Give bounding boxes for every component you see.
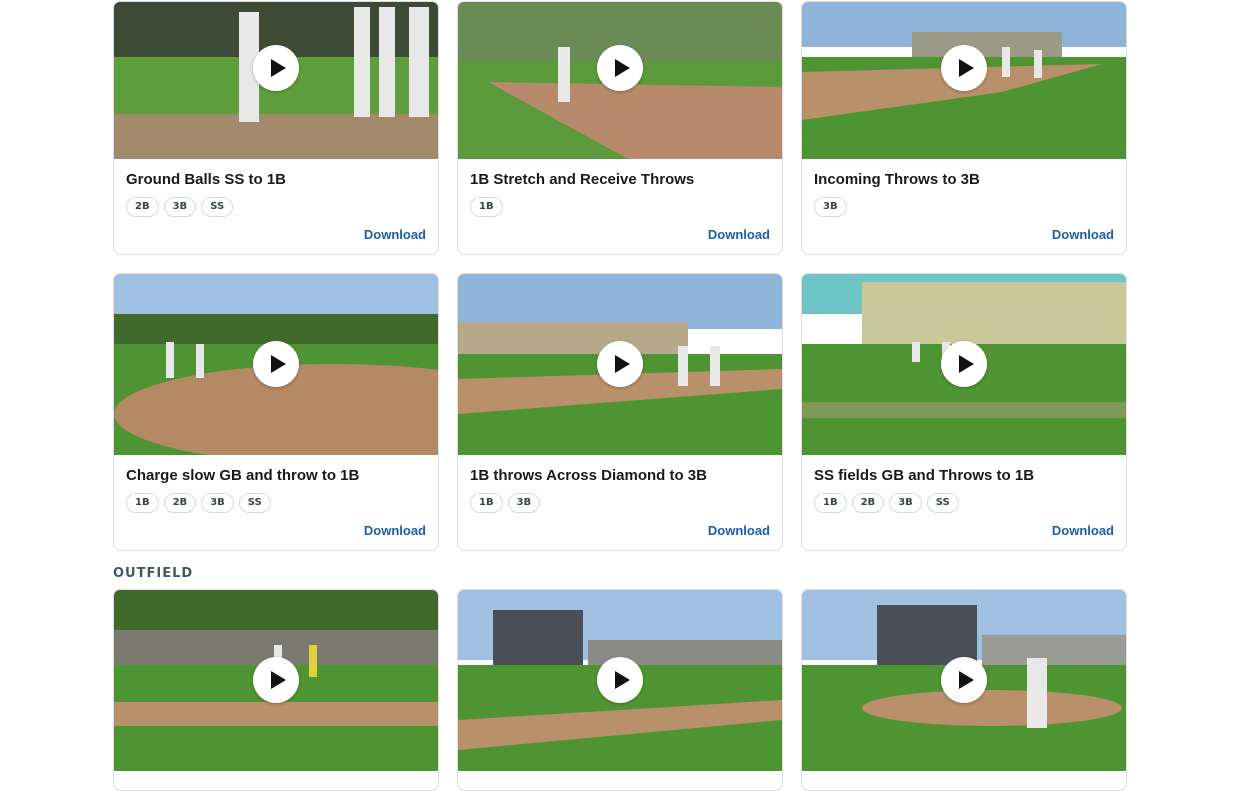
video-card (801, 589, 1127, 791)
video-card: 1B throws Across Diamond to 3B 1B 3B Dow… (457, 273, 783, 551)
position-tags: 1B 2B 3B SS (126, 493, 271, 513)
video-card: SS fields GB and Throws to 1B 1B 2B 3B S… (801, 273, 1127, 551)
video-thumbnail[interactable] (458, 274, 782, 455)
video-title: Incoming Throws to 3B (814, 171, 980, 188)
position-tag: 2B (126, 197, 159, 217)
section-heading-outfield: OUTFIELD (113, 566, 194, 581)
position-tags: 2B 3B SS (126, 197, 234, 217)
video-title: Charge slow GB and throw to 1B (126, 467, 360, 484)
position-tag: 3B (507, 493, 541, 513)
video-card: Incoming Throws to 3B 3B Download (801, 1, 1127, 255)
download-link[interactable]: Download (1052, 227, 1114, 242)
video-thumbnail[interactable] (114, 590, 438, 771)
position-tag: 1B (470, 493, 503, 513)
video-thumbnail[interactable] (114, 274, 438, 455)
position-tags: 1B 2B 3B SS (814, 493, 959, 513)
position-tag: SS (238, 493, 271, 513)
position-tag: 1B (126, 493, 159, 513)
play-icon[interactable] (941, 657, 987, 703)
video-thumbnail[interactable] (458, 590, 782, 771)
download-link[interactable]: Download (708, 523, 770, 538)
position-tag: SS (201, 197, 234, 217)
play-icon[interactable] (597, 657, 643, 703)
position-tag: SS (926, 493, 959, 513)
video-card: Charge slow GB and throw to 1B 1B 2B 3B … (113, 273, 439, 551)
download-link[interactable]: Download (1052, 523, 1114, 538)
video-card (457, 589, 783, 791)
play-icon[interactable] (597, 45, 643, 91)
position-tag: 1B (470, 197, 503, 217)
position-tag: 3B (889, 493, 922, 513)
play-icon[interactable] (597, 341, 643, 387)
download-link[interactable]: Download (364, 523, 426, 538)
video-title: Ground Balls SS to 1B (126, 171, 287, 188)
video-card: 1B Stretch and Receive Throws 1B Downloa… (457, 1, 783, 255)
video-card (113, 589, 439, 791)
play-icon[interactable] (253, 657, 299, 703)
position-tag: 3B (163, 197, 197, 217)
position-tags: 3B (814, 197, 847, 217)
download-link[interactable]: Download (364, 227, 426, 242)
video-thumbnail[interactable] (802, 2, 1126, 159)
video-title: 1B Stretch and Receive Throws (470, 171, 695, 188)
video-title: 1B throws Across Diamond to 3B (470, 467, 707, 484)
play-icon[interactable] (941, 45, 987, 91)
video-title: SS fields GB and Throws to 1B (814, 467, 1035, 484)
position-tag: 3B (201, 493, 234, 513)
position-tag: 2B (851, 493, 885, 513)
video-card: Ground Balls SS to 1B 2B 3B SS Download (113, 1, 439, 255)
video-thumbnail[interactable] (802, 274, 1126, 455)
video-thumbnail[interactable] (458, 2, 782, 159)
play-icon[interactable] (253, 45, 299, 91)
play-icon[interactable] (941, 341, 987, 387)
video-thumbnail[interactable] (114, 2, 438, 159)
position-tags: 1B 3B (470, 493, 541, 513)
position-tag: 3B (814, 197, 847, 217)
position-tag: 1B (814, 493, 847, 513)
play-icon[interactable] (253, 341, 299, 387)
position-tags: 1B (470, 197, 503, 217)
position-tag: 2B (163, 493, 197, 513)
download-link[interactable]: Download (708, 227, 770, 242)
video-thumbnail[interactable] (802, 590, 1126, 771)
